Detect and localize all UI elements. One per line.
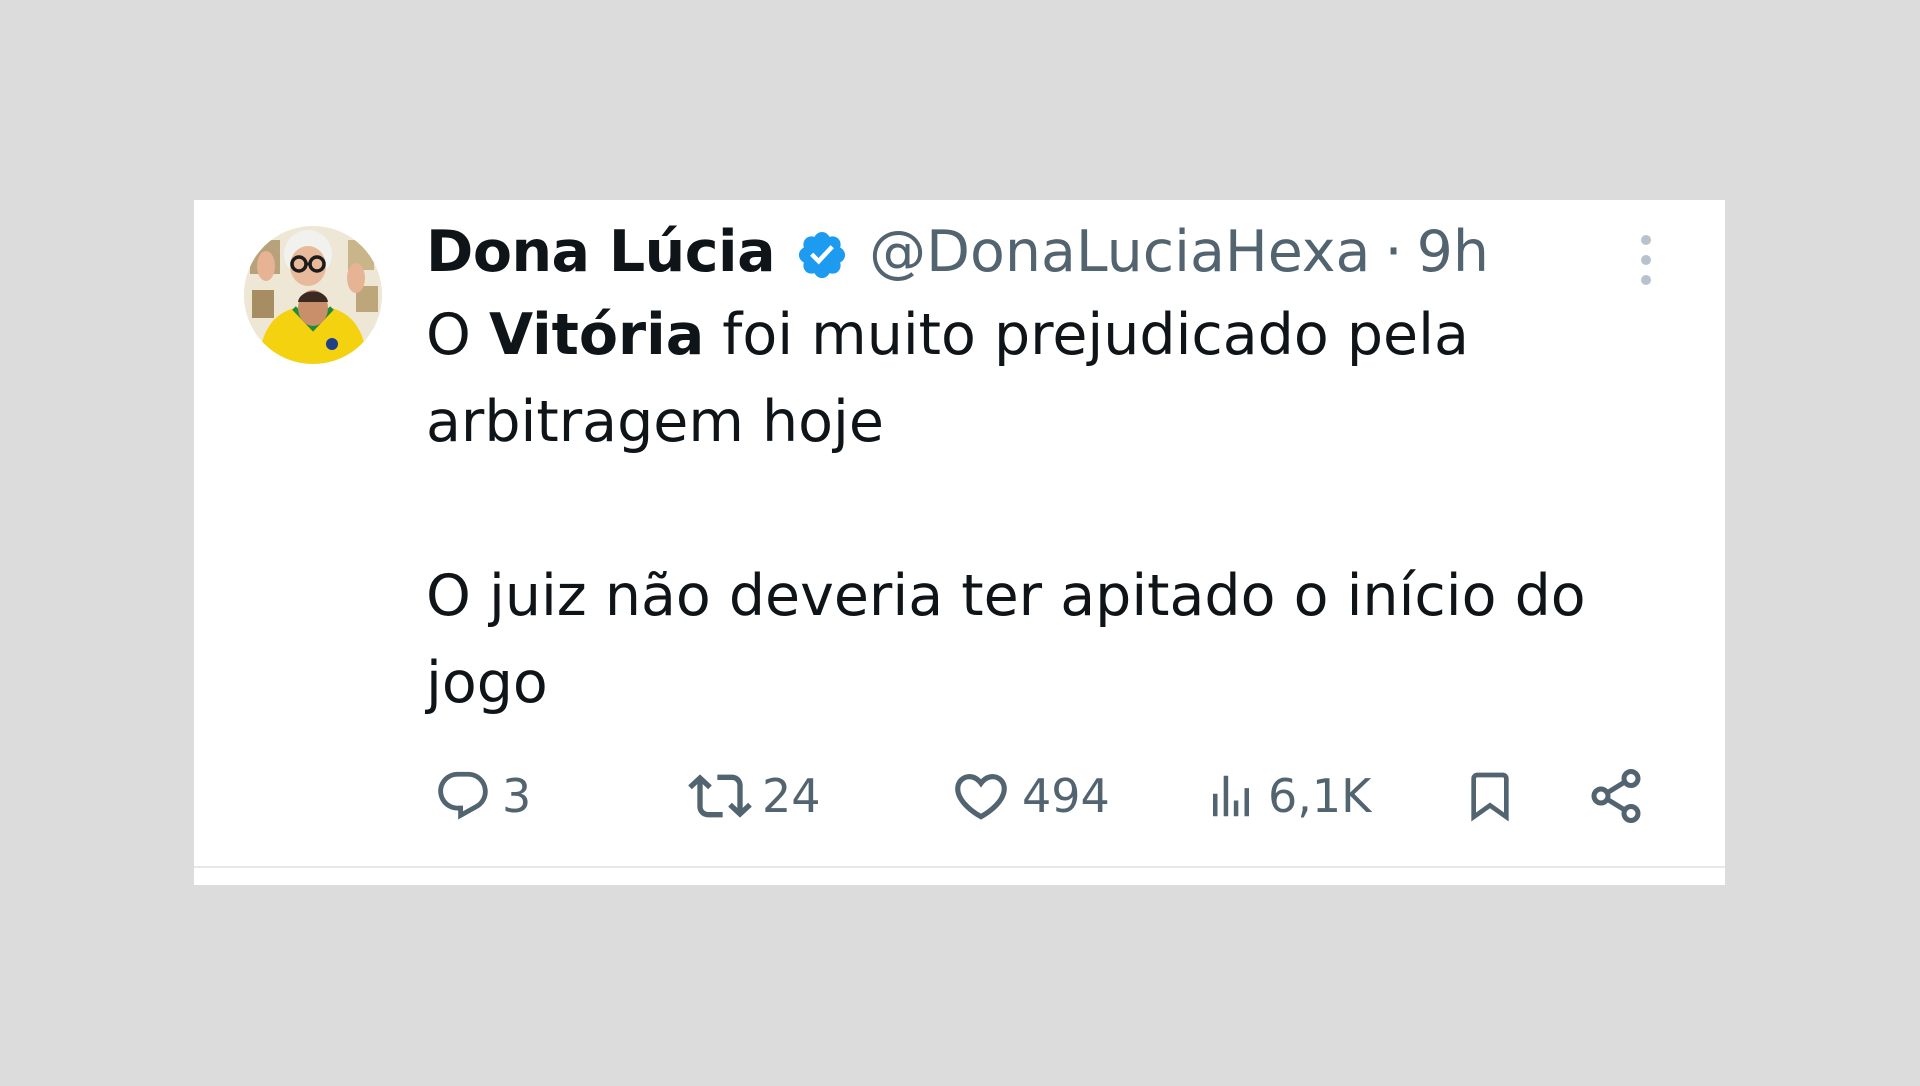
reply-icon [434,767,492,825]
retweet-button[interactable]: 24 [688,748,821,844]
tweet-paragraph-2: O juiz não deveria ter apitado o início … [426,563,1586,716]
tweet-text: O Vitória foi muito prejudicado pela arb… [426,292,1656,727]
avatar-photo [244,226,382,364]
more-vertical-icon[interactable] [1634,230,1658,290]
share-button[interactable] [1586,748,1646,844]
like-button[interactable]: 494 [950,748,1110,844]
views-button[interactable]: 6,1K [1204,748,1371,844]
bookmark-button[interactable] [1462,748,1518,844]
divider [194,866,1725,868]
reply-button[interactable]: 3 [434,748,531,844]
avatar[interactable] [244,226,382,364]
text-bold-mention: Vitória [488,302,705,368]
heart-icon [950,765,1012,827]
retweet-count: 24 [762,769,821,823]
handle[interactable]: @DonaLuciaHexa [869,214,1370,290]
verified-badge-icon [795,225,849,279]
text-prefix: O [426,302,489,368]
like-count: 494 [1022,769,1110,823]
timestamp[interactable]: 9h [1417,214,1489,290]
reply-count: 3 [502,769,532,823]
tweet-actions: 3 24 494 6,1K [194,748,1725,844]
share-icon [1586,766,1646,826]
tweet-header: Dona Lúcia @DonaLuciaHexa · 9h [426,214,1489,290]
views-count: 6,1K [1268,769,1372,823]
tweet-card[interactable]: Dona Lúcia @DonaLuciaHexa · 9h O Vitória… [194,200,1725,885]
separator-dot: · [1384,219,1403,285]
display-name[interactable]: Dona Lúcia [426,214,776,290]
bookmark-icon [1462,765,1518,827]
tweet-paragraph-1: O Vitória foi muito prejudicado pela arb… [426,292,1656,466]
retweet-icon [688,764,752,828]
views-icon [1204,769,1258,823]
